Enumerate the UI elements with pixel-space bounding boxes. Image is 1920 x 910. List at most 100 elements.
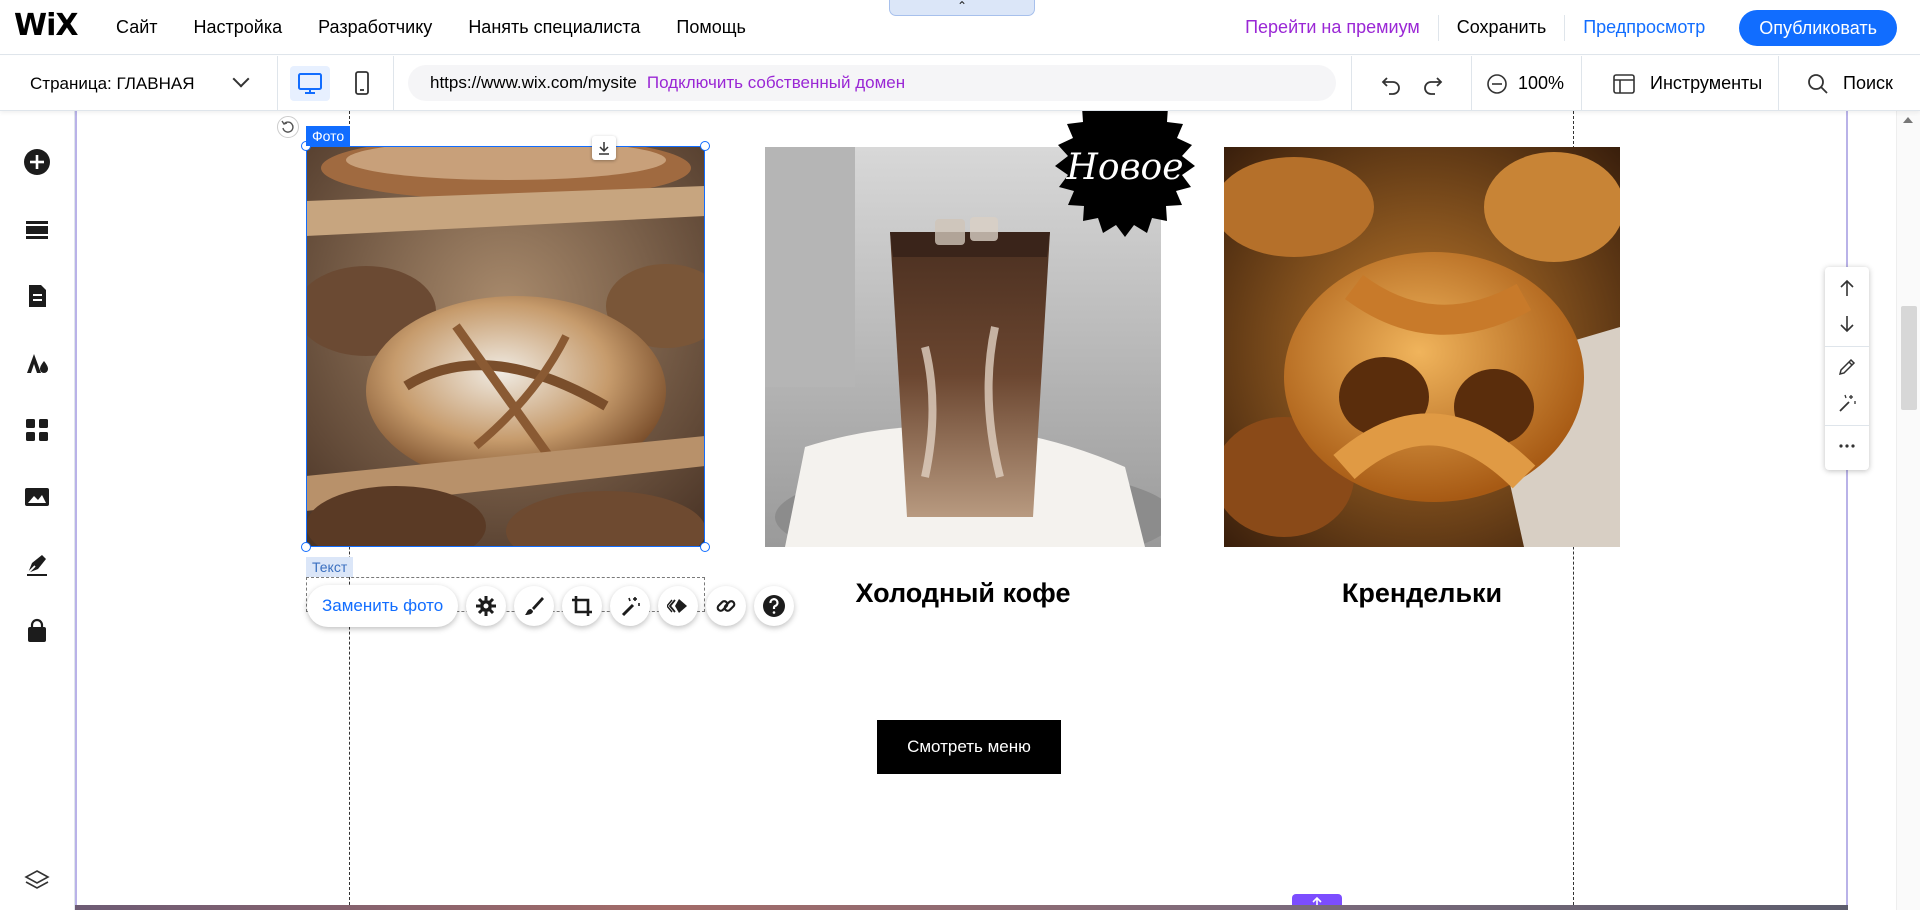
more-icon <box>1839 444 1855 448</box>
layers-icon <box>24 870 50 889</box>
blog-icon <box>27 555 47 576</box>
add-section-button[interactable] <box>20 212 54 246</box>
pages-button[interactable] <box>20 279 54 313</box>
search-button[interactable]: Поиск <box>1778 56 1920 111</box>
ai-section-button[interactable] <box>1825 386 1869 420</box>
rotate-icon <box>281 120 294 133</box>
editor-canvas[interactable]: Новое Холодный кофе Крендельки Смотреть … <box>75 111 1848 910</box>
caption-pretzels[interactable]: Крендельки <box>1224 578 1620 609</box>
image-toolbar: Заменить фото <box>307 585 795 627</box>
pretzels-image <box>1224 147 1620 547</box>
zoom-control[interactable]: 100% <box>1471 56 1581 111</box>
save-button[interactable]: Сохранить <box>1439 17 1564 38</box>
desktop-view-button[interactable] <box>290 66 330 101</box>
main-menu: Сайт Настройка Разработчику Нанять специ… <box>98 0 764 55</box>
tools-icon <box>1613 73 1635 94</box>
menu-hire[interactable]: Нанять специалиста <box>450 17 658 38</box>
selection-frame <box>306 146 705 547</box>
photo-pretzels[interactable] <box>1224 147 1620 547</box>
arrow-down-icon <box>1840 316 1854 333</box>
more-actions-button[interactable] <box>1825 429 1869 463</box>
move-up-button[interactable] <box>1825 271 1869 305</box>
new-badge-label: Новое <box>1066 147 1184 188</box>
help-button[interactable] <box>754 586 795 626</box>
divider <box>1825 346 1869 347</box>
layers-button[interactable] <box>20 863 54 897</box>
resize-handle[interactable] <box>700 141 710 151</box>
settings-button[interactable] <box>466 586 507 626</box>
resize-handle[interactable] <box>700 542 710 552</box>
link-button[interactable] <box>706 586 747 626</box>
site-url-bar: https://www.wix.com/mysite Подключить со… <box>408 65 1336 101</box>
scroll-up-arrow[interactable] <box>1903 117 1913 123</box>
store-icon <box>28 618 46 642</box>
upgrade-premium-link[interactable]: Перейти на премиум <box>1227 17 1438 38</box>
left-sidebar <box>0 111 75 910</box>
next-section-preview <box>75 905 1848 910</box>
chevron-down-icon <box>232 70 250 88</box>
new-badge[interactable]: Новое <box>1045 111 1205 251</box>
download-button[interactable] <box>592 136 616 160</box>
animation-button[interactable] <box>658 586 699 626</box>
design-button[interactable] <box>514 586 555 626</box>
apps-icon <box>26 419 48 441</box>
brush-icon <box>525 597 545 615</box>
redo-icon[interactable] <box>1421 72 1445 96</box>
blog-button[interactable] <box>20 547 54 581</box>
undo-icon[interactable] <box>1379 72 1403 96</box>
enhance-button[interactable] <box>610 586 651 626</box>
pencil-icon <box>1838 358 1856 376</box>
page-selector[interactable]: Страница: ГЛАВНАЯ <box>0 56 278 111</box>
top-right-actions: Перейти на премиум Сохранить Предпросмот… <box>1227 0 1920 55</box>
editor-subbar: Страница: ГЛАВНАЯ https://www.wix.com/my… <box>0 56 1920 111</box>
top-bar: WiX Сайт Настройка Разработчику Нанять с… <box>0 0 1920 55</box>
gear-icon <box>476 596 497 616</box>
arrow-up-icon <box>1840 279 1854 296</box>
menu-help[interactable]: Помощь <box>658 17 764 38</box>
preview-button[interactable]: Предпросмотр <box>1565 17 1723 38</box>
link-icon <box>716 600 736 612</box>
publish-button[interactable]: Опубликовать <box>1739 9 1897 46</box>
canvas-scrollbar[interactable] <box>1896 111 1920 910</box>
move-down-button[interactable] <box>1825 307 1869 341</box>
menu-settings[interactable]: Настройка <box>176 17 301 38</box>
zoom-out-icon[interactable] <box>1486 73 1508 95</box>
add-apps-button[interactable] <box>20 413 54 447</box>
store-button[interactable] <box>20 614 54 648</box>
collapse-toolbar-button[interactable]: ⌃ <box>889 0 1035 16</box>
crop-button[interactable] <box>562 586 603 626</box>
resize-handle[interactable] <box>301 542 311 552</box>
tools-label: Инструменты <box>1650 73 1763 93</box>
wix-logo[interactable]: WiX <box>14 8 79 43</box>
scroll-thumb[interactable] <box>1901 306 1917 410</box>
section-actions-panel <box>1825 267 1869 470</box>
page-selector-label: Страница: ГЛАВНАЯ <box>30 73 195 93</box>
divider <box>1825 425 1869 426</box>
view-menu-button[interactable]: Смотреть меню <box>877 720 1061 774</box>
edit-section-button[interactable] <box>1825 350 1869 384</box>
replace-image-button[interactable]: Заменить фото <box>307 585 459 627</box>
help-icon <box>763 595 786 617</box>
mobile-view-button[interactable] <box>342 66 382 101</box>
add-elements-button[interactable] <box>20 145 54 179</box>
media-button[interactable] <box>20 480 54 514</box>
menu-site[interactable]: Сайт <box>98 17 176 38</box>
chevron-up-icon: ⌃ <box>956 0 968 13</box>
menu-developer[interactable]: Разработчику <box>300 17 450 38</box>
magic-icon <box>1839 394 1856 412</box>
connect-domain-link[interactable]: Подключить собственный домен <box>647 73 905 93</box>
crop-icon <box>572 596 593 616</box>
desktop-icon <box>298 73 322 94</box>
rotate-button[interactable] <box>277 116 299 138</box>
download-icon <box>599 142 609 155</box>
add-icon <box>24 149 50 175</box>
site-design-button[interactable] <box>20 346 54 380</box>
design-icon <box>27 354 48 373</box>
animation-icon <box>667 599 688 613</box>
tools-button[interactable]: Инструменты <box>1581 56 1778 111</box>
caption-iced-coffee[interactable]: Холодный кофе <box>765 578 1161 609</box>
search-icon <box>1808 73 1828 94</box>
magic-wand-icon <box>622 597 641 617</box>
sections-icon <box>26 221 48 239</box>
element-tag-photo: Фото <box>306 126 351 146</box>
